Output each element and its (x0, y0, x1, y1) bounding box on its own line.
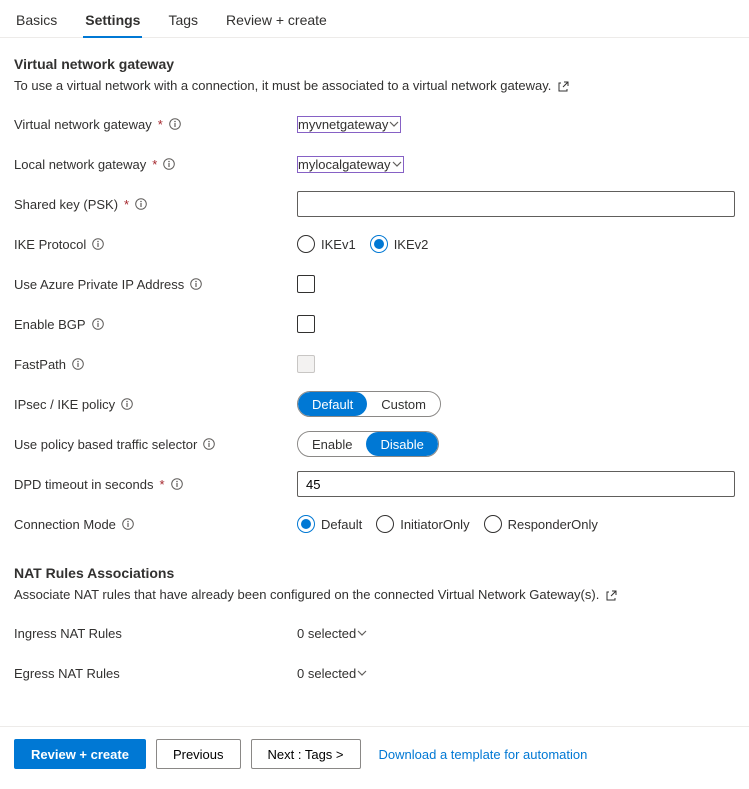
fastpath-checkbox (297, 355, 315, 373)
chevron-down-icon (356, 667, 368, 679)
private-ip-checkbox[interactable] (297, 275, 315, 293)
info-icon[interactable] (171, 478, 183, 490)
dpd-timeout-label: DPD timeout in seconds (14, 477, 153, 492)
local-gateway-label: Local network gateway (14, 157, 146, 172)
required-asterisk: * (152, 157, 157, 172)
egress-nat-label: Egress NAT Rules (14, 666, 120, 681)
psk-input[interactable] (297, 191, 735, 217)
local-gateway-value: mylocalgateway (298, 157, 391, 172)
ipsec-default-option[interactable]: Default (298, 392, 367, 416)
review-create-button[interactable]: Review + create (14, 739, 146, 769)
connmode-default-label: Default (321, 517, 362, 532)
ingress-nat-dropdown[interactable]: 0 selected (297, 626, 368, 641)
ike-v2-label: IKEv2 (394, 237, 429, 252)
section-desc-nat: Associate NAT rules that have already be… (14, 587, 735, 602)
policy-selector-toggle: Enable Disable (297, 431, 439, 457)
psk-label: Shared key (PSK) (14, 197, 118, 212)
ike-v2-radio[interactable]: IKEv2 (370, 235, 429, 253)
ike-v1-radio[interactable]: IKEv1 (297, 235, 356, 253)
vnet-gateway-value: myvnetgateway (298, 117, 388, 132)
ingress-nat-label: Ingress NAT Rules (14, 626, 122, 641)
ingress-nat-value: 0 selected (297, 626, 356, 641)
info-icon[interactable] (163, 158, 175, 170)
connmode-default-radio[interactable]: Default (297, 515, 362, 533)
info-icon[interactable] (121, 398, 133, 410)
connmode-responder-label: ResponderOnly (508, 517, 598, 532)
policy-disable-option[interactable]: Disable (366, 432, 437, 456)
tab-review-create[interactable]: Review + create (224, 4, 329, 38)
info-icon[interactable] (72, 358, 84, 370)
required-asterisk: * (158, 117, 163, 132)
egress-nat-value: 0 selected (297, 666, 356, 681)
info-icon[interactable] (190, 278, 202, 290)
tabs-bar: Basics Settings Tags Review + create (0, 0, 749, 38)
external-link-icon[interactable] (605, 590, 617, 602)
info-icon[interactable] (92, 318, 104, 330)
vnet-gateway-label: Virtual network gateway (14, 117, 152, 132)
section-desc-vng: To use a virtual network with a connecti… (14, 78, 735, 93)
tab-tags[interactable]: Tags (166, 4, 200, 38)
tab-basics[interactable]: Basics (14, 4, 59, 38)
vnet-gateway-dropdown[interactable]: myvnetgateway (297, 116, 401, 133)
local-gateway-dropdown[interactable]: mylocalgateway (297, 156, 404, 173)
section-heading-nat: NAT Rules Associations (14, 565, 735, 581)
section-desc-text: To use a virtual network with a connecti… (14, 78, 551, 93)
connmode-responder-radio[interactable]: ResponderOnly (484, 515, 598, 533)
section-heading-vng: Virtual network gateway (14, 56, 735, 72)
info-icon[interactable] (169, 118, 181, 130)
footer-bar: Review + create Previous Next : Tags > D… (0, 726, 749, 781)
connmode-initiator-radio[interactable]: InitiatorOnly (376, 515, 469, 533)
ike-v1-label: IKEv1 (321, 237, 356, 252)
info-icon[interactable] (203, 438, 215, 450)
chevron-down-icon (391, 158, 403, 170)
ipsec-policy-label: IPsec / IKE policy (14, 397, 115, 412)
ipsec-policy-toggle: Default Custom (297, 391, 441, 417)
info-icon[interactable] (92, 238, 104, 250)
policy-enable-option[interactable]: Enable (298, 432, 366, 456)
fastpath-label: FastPath (14, 357, 66, 372)
connmode-initiator-label: InitiatorOnly (400, 517, 469, 532)
required-asterisk: * (124, 197, 129, 212)
dpd-timeout-input[interactable] (297, 471, 735, 497)
next-tags-button[interactable]: Next : Tags > (251, 739, 361, 769)
bgp-checkbox[interactable] (297, 315, 315, 333)
external-link-icon[interactable] (557, 81, 569, 93)
connection-mode-label: Connection Mode (14, 517, 116, 532)
chevron-down-icon (356, 627, 368, 639)
ipsec-custom-option[interactable]: Custom (367, 392, 440, 416)
egress-nat-dropdown[interactable]: 0 selected (297, 666, 368, 681)
info-icon[interactable] (122, 518, 134, 530)
download-template-link[interactable]: Download a template for automation (379, 747, 588, 762)
bgp-label: Enable BGP (14, 317, 86, 332)
section-desc-nat-text: Associate NAT rules that have already be… (14, 587, 599, 602)
ike-protocol-label: IKE Protocol (14, 237, 86, 252)
policy-selector-label: Use policy based traffic selector (14, 437, 197, 452)
previous-button[interactable]: Previous (156, 739, 241, 769)
private-ip-label: Use Azure Private IP Address (14, 277, 184, 292)
tab-settings[interactable]: Settings (83, 4, 142, 38)
info-icon[interactable] (135, 198, 147, 210)
chevron-down-icon (388, 118, 400, 130)
required-asterisk: * (159, 477, 164, 492)
